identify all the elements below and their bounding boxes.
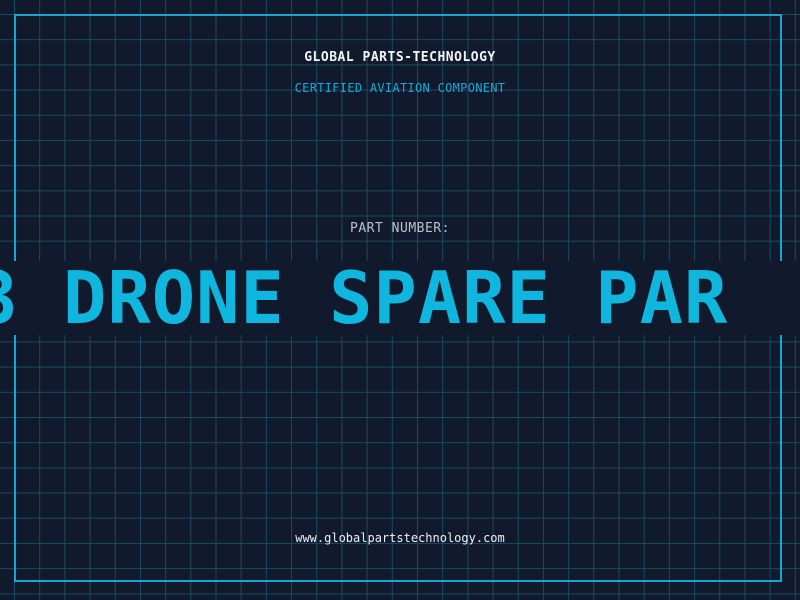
part-number-text: 83 DRONE SPARE PAR	[0, 261, 729, 335]
website-url: www.globalpartstechnology.com	[295, 531, 505, 545]
certification-subtitle: CERTIFIED AVIATION COMPONENT	[294, 81, 506, 95]
company-name: GLOBAL PARTS-TECHNOLOGY	[304, 50, 496, 65]
part-number-marquee: 83 DRONE SPARE PAR	[0, 261, 800, 335]
part-number-label: PART NUMBER:	[350, 221, 450, 236]
